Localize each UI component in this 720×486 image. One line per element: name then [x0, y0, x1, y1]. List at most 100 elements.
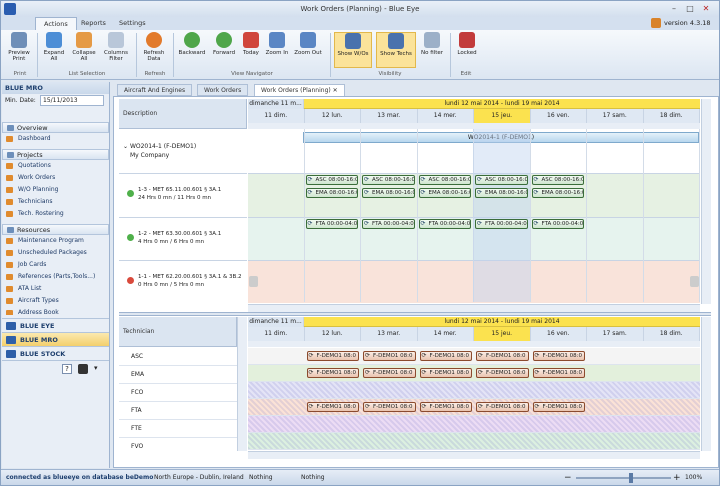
help-icon[interactable]: ? [62, 364, 72, 374]
expand-all-button[interactable]: Expand All [41, 32, 67, 68]
app-logo-icon[interactable] [4, 3, 16, 15]
tab-reports[interactable]: Reports [73, 17, 114, 30]
sidebar-item-address-book[interactable]: Address Book [2, 307, 109, 315]
refresh-data-button[interactable]: Refresh Data [139, 32, 169, 68]
forward-button[interactable]: Forward [209, 32, 239, 68]
sidebar-item-tech-rostering[interactable]: Tech. Rostering [2, 208, 109, 220]
tech-event[interactable]: F-DEMO1 08:0 [532, 402, 585, 412]
filter-dropdown-button[interactable]: No filter [419, 32, 445, 68]
zoom-slider-thumb[interactable] [629, 473, 633, 483]
tab-wo-planning[interactable]: Work Orders (Planning) ✕ [254, 84, 345, 96]
sidebar-item-unscheduled-packages[interactable]: Unscheduled Packages [2, 247, 109, 259]
tech-event[interactable]: F-DEMO1 08:0 [419, 351, 472, 361]
tech-list-scrollbar[interactable] [237, 317, 247, 451]
bottom-vertical-scrollbar[interactable] [701, 317, 711, 451]
sidebar-item-quotations[interactable]: Quotations [2, 160, 109, 172]
task-event-fta[interactable]: FTA 00:00-04:0 [531, 219, 584, 229]
task-event-asc[interactable]: ASC 08:00-16:0 [418, 175, 471, 185]
day-header-4[interactable]: 14 mer. [417, 109, 474, 123]
module-blue-mro[interactable]: BLUE MRO [2, 332, 109, 346]
bottom-horizontal-scrollbar[interactable] [248, 451, 700, 459]
day-header-7[interactable]: 17 sam. [587, 327, 644, 341]
tech-event[interactable]: F-DEMO1 08:0 [476, 351, 529, 361]
day-header-8[interactable]: 18 dim. [643, 327, 700, 341]
day-header-7[interactable]: 17 sam. [587, 109, 644, 123]
technician-fco[interactable]: FCO [119, 384, 237, 402]
collapse-all-button[interactable]: Collapse All [71, 32, 97, 68]
scroll-right-arrow-icon[interactable] [690, 276, 699, 287]
preview-print-button[interactable]: Preview Print [5, 32, 33, 68]
sidebar-item-aircraft-types[interactable]: Aircraft Types [2, 295, 109, 307]
tech-event[interactable]: F-DEMO1 08:0 [476, 368, 529, 378]
task-event-fta[interactable]: FTA 00:00-04:0 [418, 219, 471, 229]
locked-button[interactable]: Locked [454, 32, 480, 68]
task-event-ema[interactable]: EMA 08:00-16:0 [531, 188, 584, 198]
technician-ema[interactable]: EMA [119, 366, 237, 384]
sidebar-item-references[interactable]: References (Parts,Tools...) [2, 271, 109, 283]
tech-event[interactable]: F-DEMO1 08:0 [419, 368, 472, 378]
section-resources[interactable]: Resources [2, 224, 109, 235]
tech-event[interactable]: F-DEMO1 08:0 [476, 402, 529, 412]
zoom-in-small-icon[interactable]: + [673, 470, 681, 486]
tab-aircraft-engines[interactable]: Aircraft And Engines [117, 84, 193, 96]
day-header-8[interactable]: 18 dim. [643, 109, 700, 123]
day-header-2[interactable]: 12 lun. [304, 327, 361, 341]
top-vertical-scrollbar[interactable] [701, 99, 711, 304]
backward-button[interactable]: Backward [176, 32, 208, 68]
show-techs-button[interactable]: Show Techs [376, 32, 416, 68]
task-event-asc[interactable]: ASC 08:00-16:0 [531, 175, 584, 185]
technician-asc[interactable]: ASC [119, 348, 237, 366]
task-event-ema[interactable]: EMA 08:00-16:0 [475, 188, 528, 198]
day-header-4[interactable]: 14 mer. [417, 327, 474, 341]
tab-actions[interactable]: Actions [35, 17, 77, 30]
splitter[interactable] [119, 312, 711, 316]
sidebar-item-dashboard[interactable]: Dashboard [2, 133, 109, 145]
app-switch-icon[interactable] [78, 364, 88, 374]
maximize-button[interactable]: □ [684, 4, 696, 14]
sidebar-item-work-orders[interactable]: Work Orders [2, 172, 109, 184]
sidebar-item-maintenance-program[interactable]: Maintenance Program [2, 235, 109, 247]
technician-fta[interactable]: FTA [119, 402, 237, 420]
task-event-asc[interactable]: ASC 08:00-16:0 [305, 175, 358, 185]
day-header-3[interactable]: 13 mar. [361, 109, 418, 123]
task-event-ema[interactable]: EMA 08:00-16:0 [305, 188, 358, 198]
day-header-5[interactable]: 15 jeu. [474, 109, 531, 123]
section-overview[interactable]: Overview [2, 122, 109, 133]
day-header-6[interactable]: 16 ven. [530, 327, 587, 341]
day-header-3[interactable]: 13 mar. [361, 327, 418, 341]
close-button[interactable]: ✕ [700, 4, 712, 14]
task-event-fta[interactable]: FTA 00:00-04:0 [362, 219, 415, 229]
tab-work-orders[interactable]: Work Orders [197, 84, 249, 96]
sidebar-item-ata-list[interactable]: ATA List [2, 283, 109, 295]
tech-event[interactable]: F-DEMO1 08:0 [363, 368, 416, 378]
technician-fvo[interactable]: FVO [119, 438, 237, 450]
technician-fte[interactable]: FTE [119, 420, 237, 438]
tech-event[interactable]: F-DEMO1 08:0 [363, 351, 416, 361]
zoom-slider[interactable] [576, 477, 671, 479]
zoom-out-button[interactable]: Zoom Out [292, 32, 324, 68]
top-horizontal-scrollbar[interactable] [248, 304, 700, 312]
task-event-asc[interactable]: ASC 08:00-16:0 [475, 175, 528, 185]
close-tab-icon[interactable]: ✕ [333, 87, 338, 94]
task-event-fta[interactable]: FTA 00:00-04:0 [305, 219, 358, 229]
section-projects[interactable]: Projects [2, 149, 109, 160]
task-event-ema[interactable]: EMA 08:00-16:0 [362, 188, 415, 198]
scroll-left-arrow-icon[interactable] [249, 276, 258, 287]
tech-event[interactable]: F-DEMO1 08:0 [532, 368, 585, 378]
zoom-out-small-icon[interactable]: − [564, 470, 572, 486]
module-blue-stock[interactable]: BLUE STOCK [2, 346, 109, 360]
chevron-down-icon[interactable]: ▾ [94, 364, 98, 372]
tech-event[interactable]: F-DEMO1 08:0 [363, 402, 416, 412]
day-header-1[interactable]: 11 dim. [248, 109, 305, 123]
sidebar-item-technicians[interactable]: Technicians [2, 196, 109, 208]
task-event-ema[interactable]: EMA 08:00-16:0 [418, 188, 471, 198]
tech-event[interactable]: F-DEMO1 08:0 [306, 351, 359, 361]
day-header-1[interactable]: 11 dim. [248, 327, 305, 341]
show-wos-button[interactable]: Show W/Os [334, 32, 372, 68]
day-header-5[interactable]: 15 jeu. [474, 327, 531, 341]
sidebar-item-wo-planning[interactable]: W/O Planning [2, 184, 109, 196]
min-date-field[interactable]: 15/11/2013 [40, 95, 104, 106]
tech-event[interactable]: F-DEMO1 08:0 [306, 402, 359, 412]
tech-event[interactable]: F-DEMO1 08:0 [419, 402, 472, 412]
minimize-button[interactable]: – [668, 4, 680, 14]
